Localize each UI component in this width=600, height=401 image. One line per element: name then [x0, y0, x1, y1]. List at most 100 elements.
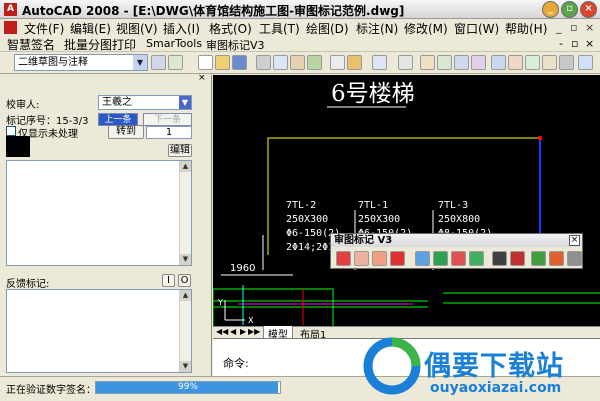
export-icon[interactable] — [415, 251, 430, 266]
last-tab-icon[interactable]: ▶▶ — [248, 327, 260, 336]
vertical-scrollbar[interactable]: ▲ ▼ — [179, 161, 191, 265]
verification-progress-bar: 99% — [95, 381, 281, 394]
design-center-icon[interactable] — [508, 55, 523, 70]
open-file-icon[interactable] — [215, 55, 230, 70]
workspace-select[interactable]: 二维草图与注释 ▼ — [14, 54, 148, 71]
ucs-x-label: X — [248, 316, 254, 325]
maximize-button[interactable]: ▫ — [561, 1, 578, 18]
next-tab-icon[interactable]: ▶ — [240, 327, 246, 336]
tools-icon[interactable] — [567, 251, 582, 266]
floating-toolbar-title[interactable]: 审图标记 V3 — [331, 234, 582, 247]
scroll-up-icon[interactable]: ▲ — [180, 161, 191, 172]
menu-draw[interactable]: 绘图(D) — [306, 20, 349, 37]
workspace-settings-icon[interactable] — [151, 55, 166, 70]
doc-minimize-button[interactable]: _ — [556, 21, 562, 34]
document-icon[interactable] — [4, 21, 17, 34]
feedback-textarea[interactable]: ▲ ▼ — [6, 289, 192, 373]
scroll-down-icon[interactable]: ▼ — [180, 254, 191, 265]
menu-smartools[interactable]: SmarTools — [146, 37, 202, 50]
add-mark-icon[interactable] — [336, 251, 351, 266]
prev-tab-icon[interactable]: ◀ — [230, 327, 236, 336]
progress-text: 99% — [177, 382, 198, 392]
menu-insert[interactable]: 插入(I) — [163, 20, 200, 37]
menu-file[interactable]: 文件(F) — [24, 20, 64, 37]
menu-dimension[interactable]: 标注(N) — [356, 20, 398, 37]
menu-review-mark[interactable]: 审图标记V3 — [206, 37, 265, 53]
doc-restore-button[interactable]: ▫ — [570, 21, 577, 34]
match-properties-icon[interactable] — [347, 55, 362, 70]
menu-modify[interactable]: 修改(M) — [404, 20, 448, 37]
refresh-icon[interactable] — [531, 251, 546, 266]
feedback-i-button[interactable]: I — [162, 274, 175, 287]
mark-color-swatch[interactable] — [6, 136, 30, 157]
stamp-icon[interactable] — [549, 251, 564, 266]
3d-dwf-icon[interactable] — [307, 55, 322, 70]
close-button[interactable]: × — [580, 1, 597, 18]
vertical-scrollbar[interactable]: ▲ ▼ — [179, 290, 191, 372]
publish-icon[interactable] — [290, 55, 305, 70]
redo-icon[interactable] — [398, 55, 413, 70]
minimize-button[interactable]: _ — [542, 1, 559, 18]
edit-button[interactable]: 编辑 — [168, 144, 192, 157]
new-file-icon[interactable] — [198, 55, 213, 70]
beam-2-name: 7TL-1 — [358, 200, 388, 211]
dimension-label: 1960 — [230, 263, 255, 274]
workspace-save-icon[interactable] — [168, 55, 183, 70]
pan-icon[interactable] — [420, 55, 435, 70]
comment-textarea[interactable]: ▲ ▼ — [6, 160, 192, 266]
scroll-up-icon[interactable]: ▲ — [180, 290, 191, 301]
calculator-icon[interactable] — [559, 55, 574, 70]
scroll-down-icon[interactable]: ▼ — [180, 361, 191, 372]
workspace-select-value: 二维草图与注释 — [18, 57, 88, 68]
flag-icon[interactable] — [390, 251, 405, 266]
menu-format[interactable]: 格式(O) — [209, 20, 252, 37]
help-icon[interactable] — [578, 55, 593, 70]
zoom-window-icon[interactable] — [454, 55, 469, 70]
zoom-realtime-icon[interactable] — [437, 55, 452, 70]
submenu-minimize-button[interactable]: - — [559, 37, 563, 50]
submenu-restore-button[interactable]: ▫ — [571, 37, 578, 50]
drawing-canvas[interactable]: 6号楼梯 7TL-2 250X300 Φ6-150(2) 2Φ14;2Φ1 7T… — [213, 75, 600, 337]
menu-batch-print[interactable]: 批量分图打印 — [64, 36, 136, 53]
pen-icon[interactable] — [354, 251, 369, 266]
goto-input[interactable]: 1 — [146, 126, 192, 139]
zoom-previous-icon[interactable] — [471, 55, 486, 70]
move-mark-icon[interactable] — [372, 251, 387, 266]
show-unprocessed-checkbox[interactable] — [6, 126, 16, 136]
tool-palettes-icon[interactable] — [525, 55, 540, 70]
palette-close-icon[interactable]: × — [198, 73, 206, 83]
menu-edit[interactable]: 编辑(E) — [70, 20, 111, 37]
sync-icon[interactable] — [469, 251, 484, 266]
autocad-app-icon[interactable]: A — [4, 3, 17, 16]
review-mark-toolbar[interactable]: 审图标记 V3 × — [330, 233, 583, 269]
doc-close-button[interactable]: × — [585, 21, 594, 34]
menu-window[interactable]: 窗口(W) — [454, 20, 499, 37]
import-icon[interactable] — [451, 251, 466, 266]
next-mark-icon[interactable] — [510, 251, 525, 266]
submenu-close-button[interactable]: × — [585, 37, 594, 50]
save-icon[interactable] — [232, 55, 247, 70]
menu-view[interactable]: 视图(V) — [116, 20, 158, 37]
print-icon[interactable] — [256, 55, 271, 70]
close-icon[interactable]: × — [569, 235, 580, 246]
cut-icon[interactable] — [330, 55, 345, 70]
properties-icon[interactable] — [491, 55, 506, 70]
reviewer-label: 校审人: — [6, 100, 40, 111]
goto-button[interactable]: 转到 — [108, 125, 144, 139]
menu-tools[interactable]: 工具(T) — [259, 20, 300, 37]
print-preview-icon[interactable] — [273, 55, 288, 70]
menu-smart-sign[interactable]: 智慧签名 — [7, 36, 55, 53]
chevron-down-icon[interactable]: ▼ — [133, 55, 147, 70]
feedback-o-button[interactable]: O — [178, 274, 191, 287]
reviewer-select[interactable]: 王羲之 ▼ — [98, 95, 192, 110]
prev-mark-icon[interactable] — [492, 251, 507, 266]
palette-grip[interactable]: × — [2, 73, 210, 84]
sheet-set-icon[interactable] — [542, 55, 557, 70]
undo-icon[interactable] — [372, 55, 387, 70]
next-mark-button[interactable]: 下一条 — [143, 113, 192, 126]
menu-help[interactable]: 帮助(H) — [505, 20, 547, 37]
first-tab-icon[interactable]: ◀◀ — [216, 327, 228, 336]
chevron-down-icon[interactable]: ▼ — [179, 96, 191, 109]
watermark-url: ouyaoxiazai.com — [430, 380, 562, 396]
excel-icon[interactable] — [433, 251, 448, 266]
